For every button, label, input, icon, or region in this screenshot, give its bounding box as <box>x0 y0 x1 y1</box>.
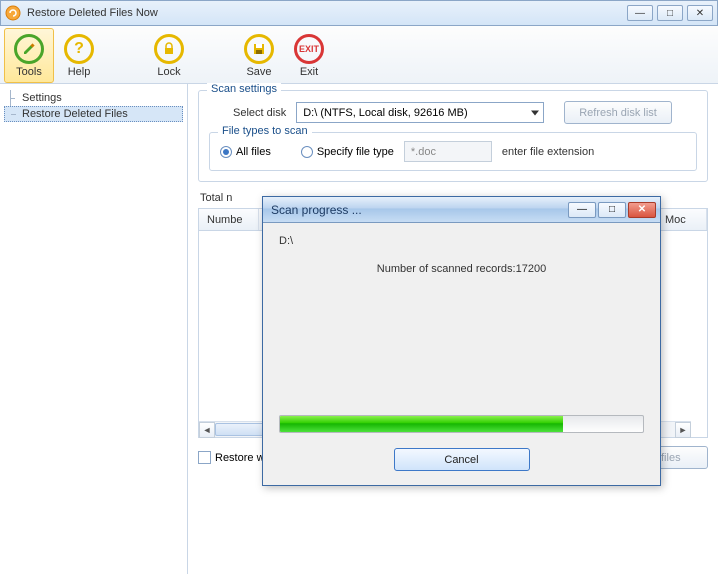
exit-icon: EXIT <box>294 34 324 64</box>
toolbar-help[interactable]: ? Help <box>54 28 104 83</box>
app-icon <box>5 5 21 21</box>
sidebar-item-restore[interactable]: Restore Deleted Files <box>4 106 183 122</box>
radio-specify[interactable]: Specify file type <box>301 146 394 158</box>
radio-icon <box>301 146 313 158</box>
scroll-right-icon[interactable]: ► <box>675 422 691 438</box>
titlebar: Restore Deleted Files Now — □ ✕ <box>0 0 718 26</box>
col-number[interactable]: Numbe <box>199 209 259 230</box>
close-button[interactable]: ✕ <box>687 5 713 21</box>
toolbar-lock-label: Lock <box>157 66 180 78</box>
extension-placeholder: *.doc <box>411 146 436 158</box>
toolbar-exit[interactable]: EXIT Exit <box>284 28 334 83</box>
pencil-icon <box>14 34 44 64</box>
toolbar: Tools ? Help Lock Save EXIT Exit <box>0 26 718 84</box>
floppy-icon <box>244 34 274 64</box>
scan-path: D:\ <box>279 235 644 247</box>
progress-bar <box>279 415 644 433</box>
sidebar: Settings Restore Deleted Files <box>0 84 188 574</box>
progress-fill <box>280 416 563 432</box>
radio-all-files-label: All files <box>236 146 271 158</box>
refresh-disk-button[interactable]: Refresh disk list <box>564 101 672 124</box>
scan-progress-dialog: Scan progress ... — □ ✕ D:\ Number of sc… <box>262 196 661 486</box>
question-icon: ? <box>64 34 94 64</box>
dialog-body: D:\ Number of scanned records:17200 Canc… <box>263 223 660 485</box>
scan-status: Number of scanned records:17200 <box>279 263 644 275</box>
dialog-titlebar[interactable]: Scan progress ... — □ ✕ <box>263 197 660 223</box>
scan-settings-title: Scan settings <box>207 83 281 95</box>
radio-all-files[interactable]: All files <box>220 146 271 158</box>
toolbar-help-label: Help <box>68 66 91 78</box>
file-types-title: File types to scan <box>218 125 312 137</box>
window-controls: — □ ✕ <box>627 5 713 21</box>
scan-settings-group: Scan settings Select disk D:\ (NTFS, Loc… <box>198 90 708 182</box>
toolbar-tools[interactable]: Tools <box>4 28 54 83</box>
scan-status-prefix: Number of scanned records: <box>377 263 516 275</box>
extension-input[interactable]: *.doc <box>404 141 492 162</box>
scroll-left-icon[interactable]: ◄ <box>199 422 215 438</box>
radio-specify-label: Specify file type <box>317 146 394 158</box>
dialog-close-button[interactable]: ✕ <box>628 202 656 218</box>
cancel-button[interactable]: Cancel <box>394 448 530 471</box>
maximize-button[interactable]: □ <box>657 5 683 21</box>
extension-hint: enter file extension <box>502 146 594 158</box>
dialog-title: Scan progress ... <box>271 203 568 217</box>
dialog-maximize-button[interactable]: □ <box>598 202 626 218</box>
window-title: Restore Deleted Files Now <box>27 7 627 19</box>
scan-status-count: 17200 <box>516 263 547 275</box>
col-modified[interactable]: Moc <box>657 209 707 230</box>
file-types-group: File types to scan All files Specify fil… <box>209 132 697 171</box>
radio-icon <box>220 146 232 158</box>
toolbar-save-label: Save <box>246 66 271 78</box>
toolbar-save[interactable]: Save <box>234 28 284 83</box>
dialog-minimize-button[interactable]: — <box>568 202 596 218</box>
disk-select-value: D:\ (NTFS, Local disk, 92616 MB) <box>303 107 467 119</box>
disk-select[interactable]: D:\ (NTFS, Local disk, 92616 MB) <box>296 102 544 123</box>
toolbar-lock[interactable]: Lock <box>144 28 194 83</box>
lock-icon <box>154 34 184 64</box>
minimize-button[interactable]: — <box>627 5 653 21</box>
toolbar-tools-label: Tools <box>16 66 42 78</box>
checkbox-icon <box>198 451 211 464</box>
sidebar-item-settings[interactable]: Settings <box>4 90 183 106</box>
toolbar-exit-label: Exit <box>300 66 318 78</box>
select-disk-label: Select disk <box>233 107 286 119</box>
